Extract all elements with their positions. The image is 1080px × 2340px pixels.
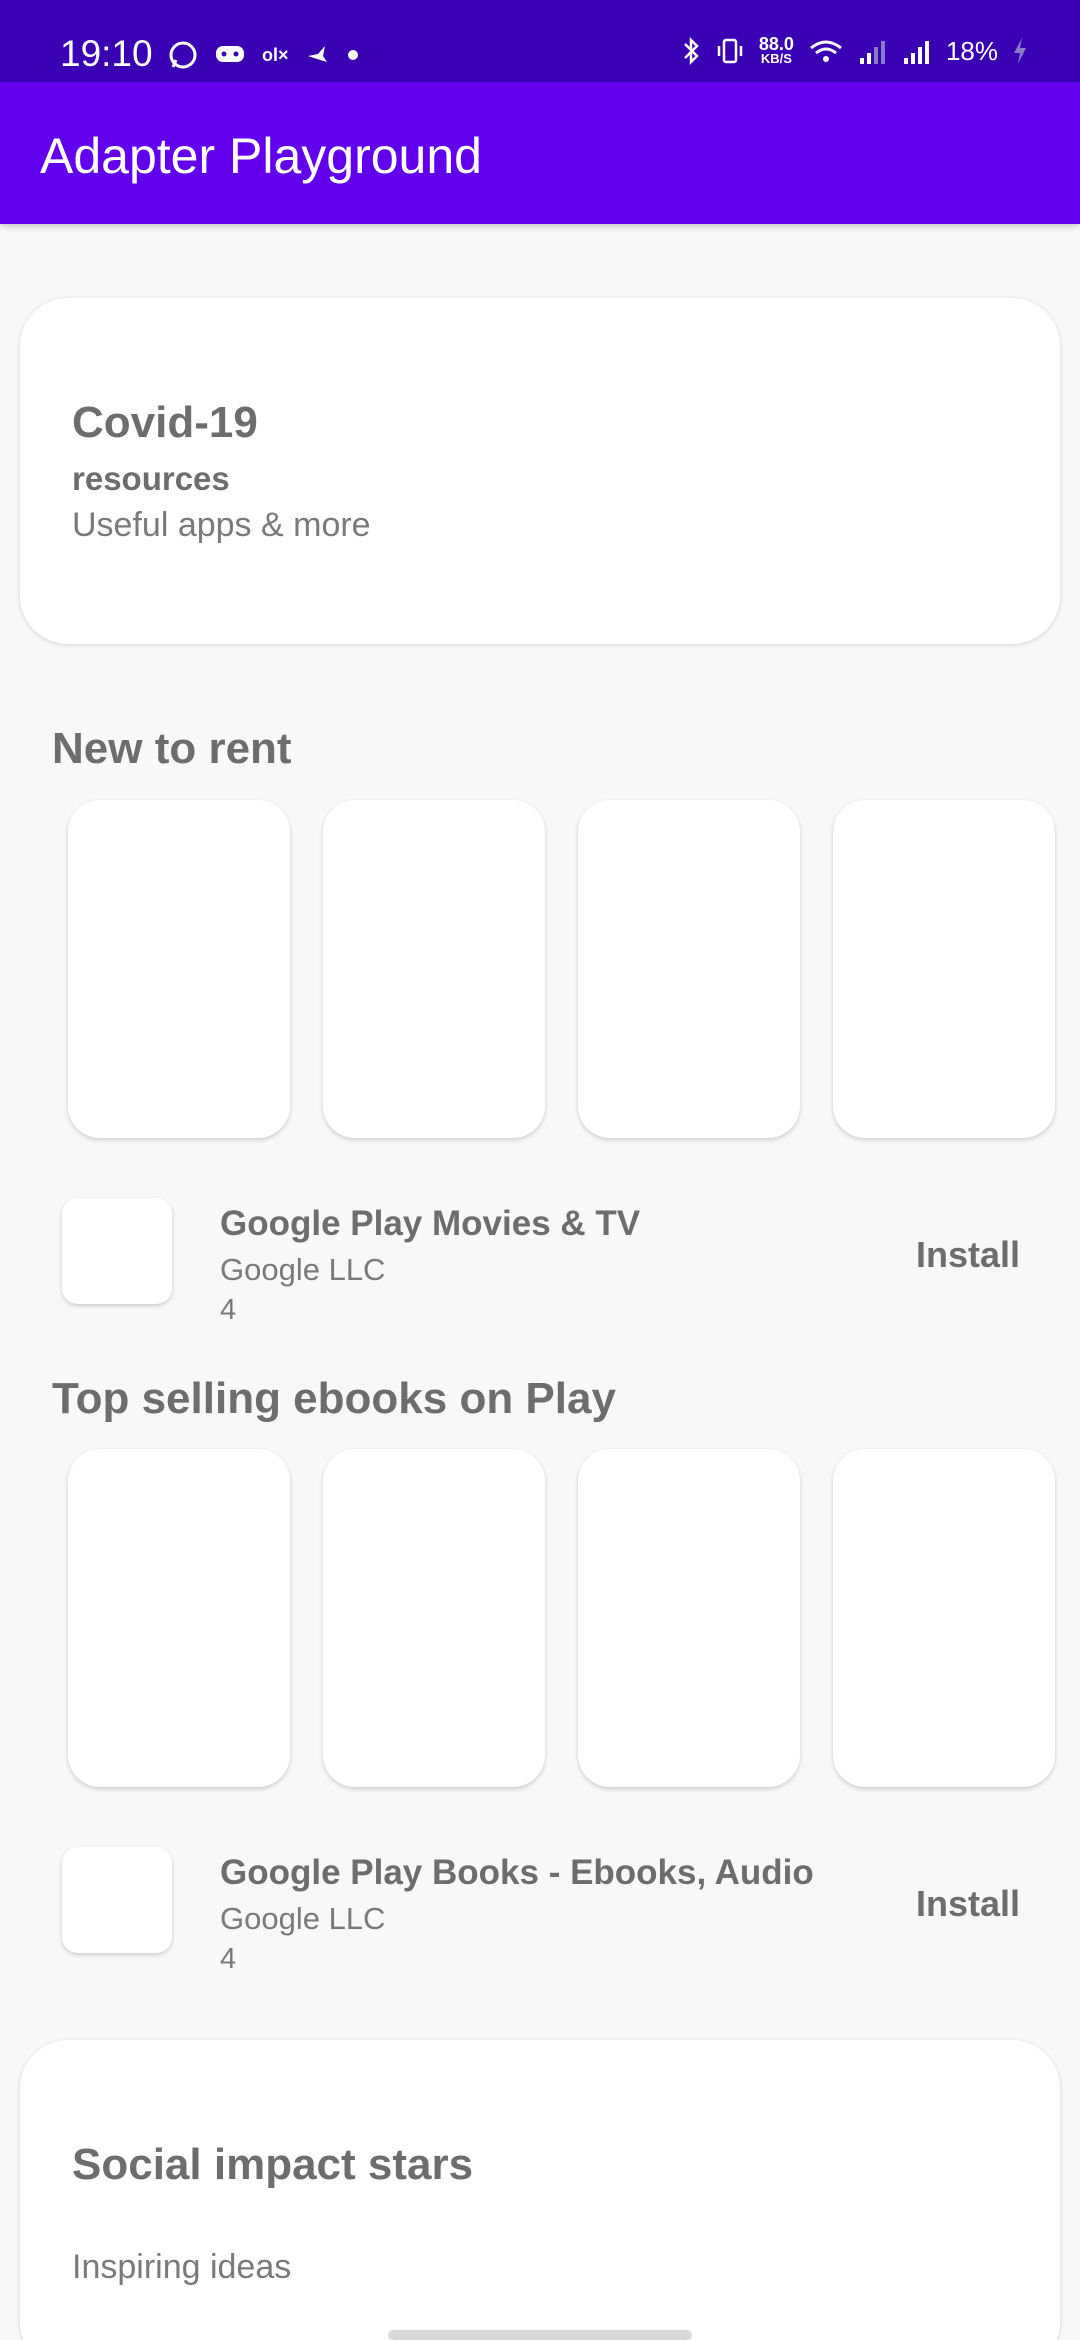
app-name: Google Play Movies & TV xyxy=(220,1204,641,1243)
dot-icon xyxy=(347,38,359,72)
carousel-tile[interactable] xyxy=(578,800,800,1138)
install-button[interactable]: Install xyxy=(916,1234,1020,1276)
bluetooth-icon xyxy=(681,34,701,68)
covid-card-title: Covid-19 xyxy=(72,398,258,447)
carousel-tile[interactable] xyxy=(68,800,290,1138)
carousel-tile[interactable] xyxy=(833,800,1055,1138)
carousel-tile[interactable] xyxy=(323,800,545,1138)
carousel-tile[interactable] xyxy=(833,1449,1055,1787)
status-time: 19:10 xyxy=(60,33,153,74)
wifi-icon xyxy=(808,34,844,68)
carousel-tile[interactable] xyxy=(578,1449,800,1787)
app-icon xyxy=(62,1198,172,1304)
covid-card[interactable]: Covid-19 resources Useful apps & more xyxy=(20,298,1060,644)
app-rating: 4 xyxy=(220,1294,237,1326)
app-rating: 4 xyxy=(220,1943,237,1975)
system-icons: 88.0 KB/S 18% xyxy=(681,34,1028,68)
app-developer: Google LLC xyxy=(220,1252,386,1287)
app-list-item[interactable]: Google Play Movies & TV Google LLC 4 Ins… xyxy=(0,1198,1080,1326)
vibrate-icon xyxy=(715,34,745,68)
app-name: Google Play Books - Ebooks, Audio xyxy=(220,1853,814,1892)
network-speed-unit: KB/S xyxy=(760,51,792,66)
app-bar: Adapter Playground xyxy=(0,82,1080,224)
bird-icon xyxy=(305,38,331,72)
carousel-tile[interactable] xyxy=(68,1449,290,1787)
network-speed-value: 88.0 xyxy=(758,34,794,54)
social-card-description: Inspiring ideas xyxy=(72,2248,292,2286)
navigation-handle[interactable] xyxy=(388,2330,692,2340)
social-card-title: Social impact stars xyxy=(72,2140,474,2189)
charging-icon xyxy=(1012,34,1028,68)
covid-card-subtitle: resources xyxy=(72,460,230,497)
app-list-item[interactable]: Google Play Books - Ebooks, Audio Google… xyxy=(0,1847,1080,1975)
section-title: Top selling ebooks on Play xyxy=(52,1374,616,1423)
app-title: Adapter Playground xyxy=(40,128,482,184)
battery-percent: 18% xyxy=(945,35,998,66)
carousel-tile[interactable] xyxy=(323,1449,545,1787)
network-speed: 88.0 KB/S xyxy=(758,34,794,66)
signal-1-icon xyxy=(858,34,888,68)
app-icon xyxy=(62,1847,172,1953)
section-title: New to rent xyxy=(52,724,292,773)
signal-2-icon xyxy=(902,34,932,68)
whatsapp-icon xyxy=(168,38,198,72)
gamepad-icon xyxy=(214,38,246,72)
covid-card-description: Useful apps & more xyxy=(72,506,371,544)
social-impact-card[interactable]: Social impact stars Inspiring ideas xyxy=(20,2040,1060,2340)
notification-icons: ol× xyxy=(168,38,359,72)
status-bar: 19:10 ol× 88.0 KB/S 18% xyxy=(0,0,1080,82)
olx-icon: ol× xyxy=(262,44,289,65)
app-developer: Google LLC xyxy=(220,1901,386,1936)
install-button[interactable]: Install xyxy=(916,1883,1020,1925)
